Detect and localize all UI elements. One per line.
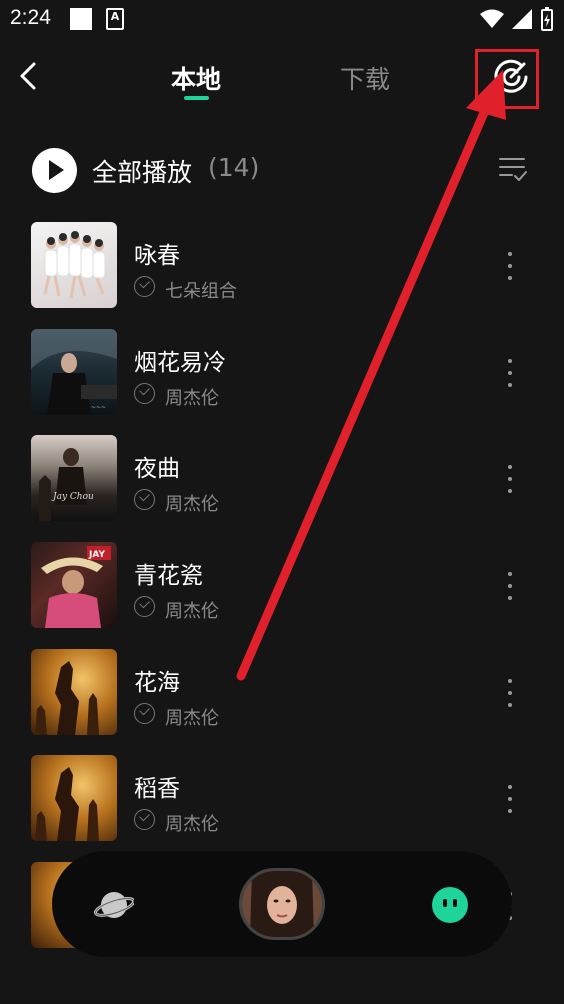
svg-text:~~~: ~~~: [91, 404, 106, 411]
more-options-icon[interactable]: [500, 461, 520, 497]
smile-face-icon[interactable]: [432, 887, 468, 923]
play-all-row[interactable]: 全部播放 (14): [32, 146, 532, 194]
downloaded-check-icon: [134, 703, 155, 724]
song-artist: 周杰伦: [165, 388, 219, 409]
song-title: 烟花易冷: [134, 350, 226, 376]
more-options-icon[interactable]: [500, 675, 520, 711]
downloaded-check-icon: [134, 596, 155, 617]
song-title: 青花瓷: [134, 563, 203, 589]
song-artist: 周杰伦: [165, 708, 219, 729]
notification-square-icon: [70, 8, 92, 30]
song-title: 稻香: [134, 776, 180, 802]
album-cover: [31, 755, 117, 841]
downloaded-check-icon: [134, 276, 155, 297]
more-options-icon[interactable]: [500, 248, 520, 284]
active-tab-indicator: [184, 96, 209, 100]
more-options-icon[interactable]: [500, 568, 520, 604]
play-all-icon[interactable]: [32, 148, 77, 193]
song-count: (14): [208, 153, 260, 182]
downloaded-check-icon: [134, 383, 155, 404]
svg-text:Jay Chou: Jay Chou: [51, 492, 94, 502]
tab-download[interactable]: 下载: [340, 60, 390, 96]
play-all-label: 全部播放: [92, 158, 193, 187]
album-cover: [31, 222, 117, 308]
downloaded-check-icon: [134, 489, 155, 510]
planet-icon[interactable]: [94, 885, 134, 925]
wifi-icon: [480, 9, 504, 28]
song-row[interactable]: JAY 青花瓷 周杰伦: [0, 542, 564, 642]
song-row[interactable]: Jay Chou 夜曲 周杰伦: [0, 435, 564, 535]
song-row[interactable]: 稻香 周杰伦: [0, 755, 564, 855]
song-artist: 周杰伦: [165, 814, 219, 835]
downloaded-check-icon: [134, 809, 155, 830]
more-options-icon[interactable]: [500, 355, 520, 391]
album-cover: JAY: [31, 542, 117, 628]
song-title: 花海: [134, 670, 180, 696]
keyboard-a-icon: A: [106, 8, 124, 30]
song-artist: 周杰伦: [165, 494, 219, 515]
album-cover: [31, 649, 117, 735]
signal-icon: [512, 9, 532, 29]
multi-select-icon[interactable]: [498, 154, 528, 184]
bottom-player-dock: [52, 851, 512, 957]
status-icons: [480, 7, 554, 31]
svg-text:JAY: JAY: [88, 550, 105, 560]
song-artist: 七朵组合: [165, 281, 237, 302]
more-options-icon[interactable]: [500, 781, 520, 817]
song-row[interactable]: 花海 周杰伦: [0, 649, 564, 749]
battery-icon: [541, 7, 553, 31]
song-artist: 周杰伦: [165, 601, 219, 622]
song-title: 咏春: [134, 243, 180, 269]
song-title: 夜曲: [134, 456, 180, 482]
annotation-highlight-box: [475, 49, 539, 109]
status-bar: 2:24 A: [0, 0, 564, 40]
song-row[interactable]: 咏春 七朵组合: [0, 222, 564, 322]
now-playing-cover[interactable]: [239, 868, 325, 940]
song-row[interactable]: ~~~ 烟花易冷 周杰伦: [0, 329, 564, 429]
status-time: 2:24: [10, 6, 51, 29]
tab-local[interactable]: 本地: [171, 60, 221, 96]
back-arrow-icon[interactable]: [14, 60, 46, 92]
album-cover: Jay Chou: [31, 435, 117, 521]
album-cover: ~~~: [31, 329, 117, 415]
